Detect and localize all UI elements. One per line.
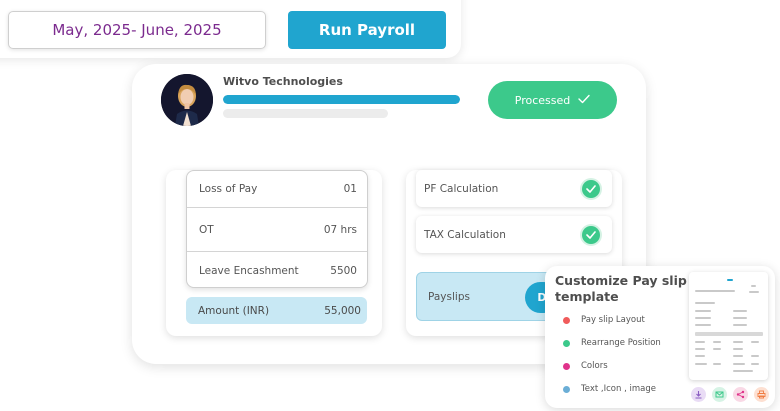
customize-payslip-card: Customize Pay slip template Pay slip Lay…	[545, 266, 775, 408]
pay-item-loss-of-pay[interactable]: Loss of Pay 01	[187, 171, 367, 208]
pay-item-label: Leave Encashment	[199, 264, 299, 277]
check-circle-icon	[582, 179, 600, 198]
tax-calculation-card[interactable]: TAX Calculation	[416, 216, 612, 253]
payroll-progress-fill	[223, 95, 460, 104]
amount-value: 55,000	[324, 304, 361, 317]
print-icon[interactable]	[754, 387, 769, 402]
bullet-dot-icon	[563, 339, 570, 347]
option-label: Rearrange Position	[581, 338, 661, 348]
pay-components-panel: Loss of Pay 01 OT 07 hrs Leave Encashmen…	[166, 170, 382, 336]
bullet-dot-icon	[563, 385, 570, 393]
payslip-preview-thumbnail[interactable]	[689, 272, 768, 380]
share-icon[interactable]	[733, 387, 748, 402]
company-name: Witvo Technologies	[223, 75, 343, 88]
run-payroll-button[interactable]: Run Payroll	[288, 11, 446, 49]
bullet-dot-icon	[563, 316, 570, 324]
option-colors[interactable]: Colors	[563, 361, 608, 371]
placeholder-bar	[223, 109, 388, 118]
customize-title: Customize Pay slip template	[555, 273, 687, 304]
check-icon	[578, 94, 590, 107]
check-circle-icon	[582, 225, 600, 244]
pay-item-label: Loss of Pay	[199, 183, 258, 195]
pay-period-selector[interactable]: May, 2025- June, 2025	[8, 11, 266, 49]
pay-item-value: 5500	[330, 264, 357, 277]
run-payroll-label: Run Payroll	[318, 21, 416, 39]
amount-total: Amount (INR) 55,000	[186, 297, 367, 324]
calc-label: PF Calculation	[424, 182, 499, 195]
person-photo-icon	[161, 74, 213, 126]
payroll-progress-bar	[223, 95, 460, 104]
option-text-icon-image[interactable]: Text ,Icon , image	[563, 384, 656, 394]
download-icon[interactable]	[691, 387, 706, 402]
option-label: Pay slip Layout	[581, 315, 645, 325]
avatar	[161, 74, 213, 126]
status-label: Processed	[514, 93, 571, 107]
pay-item-value: 01	[343, 183, 357, 195]
payroll-period-bar: May, 2025- June, 2025 Run Payroll	[0, 0, 461, 58]
option-rearrange-position[interactable]: Rearrange Position	[563, 338, 661, 348]
pay-item-ot[interactable]: OT 07 hrs	[187, 208, 367, 252]
pay-item-label: OT	[199, 223, 214, 236]
option-label: Colors	[581, 361, 608, 371]
processed-status-button[interactable]: Processed	[488, 81, 617, 119]
option-label: Text ,Icon , image	[581, 384, 656, 394]
payslips-label: Payslips	[428, 290, 470, 303]
amount-label: Amount (INR)	[198, 304, 270, 317]
pay-period-label: May, 2025- June, 2025	[52, 21, 222, 39]
pf-calculation-card[interactable]: PF Calculation	[416, 170, 612, 207]
mail-icon[interactable]	[712, 387, 727, 402]
option-payslip-layout[interactable]: Pay slip Layout	[563, 315, 645, 325]
pay-item-leave-encashment[interactable]: Leave Encashment 5500	[187, 252, 367, 289]
pay-items-list: Loss of Pay 01 OT 07 hrs Leave Encashmen…	[186, 170, 368, 288]
pay-item-value: 07 hrs	[323, 223, 357, 236]
bullet-dot-icon	[563, 362, 570, 370]
calc-label: TAX Calculation	[424, 228, 506, 241]
